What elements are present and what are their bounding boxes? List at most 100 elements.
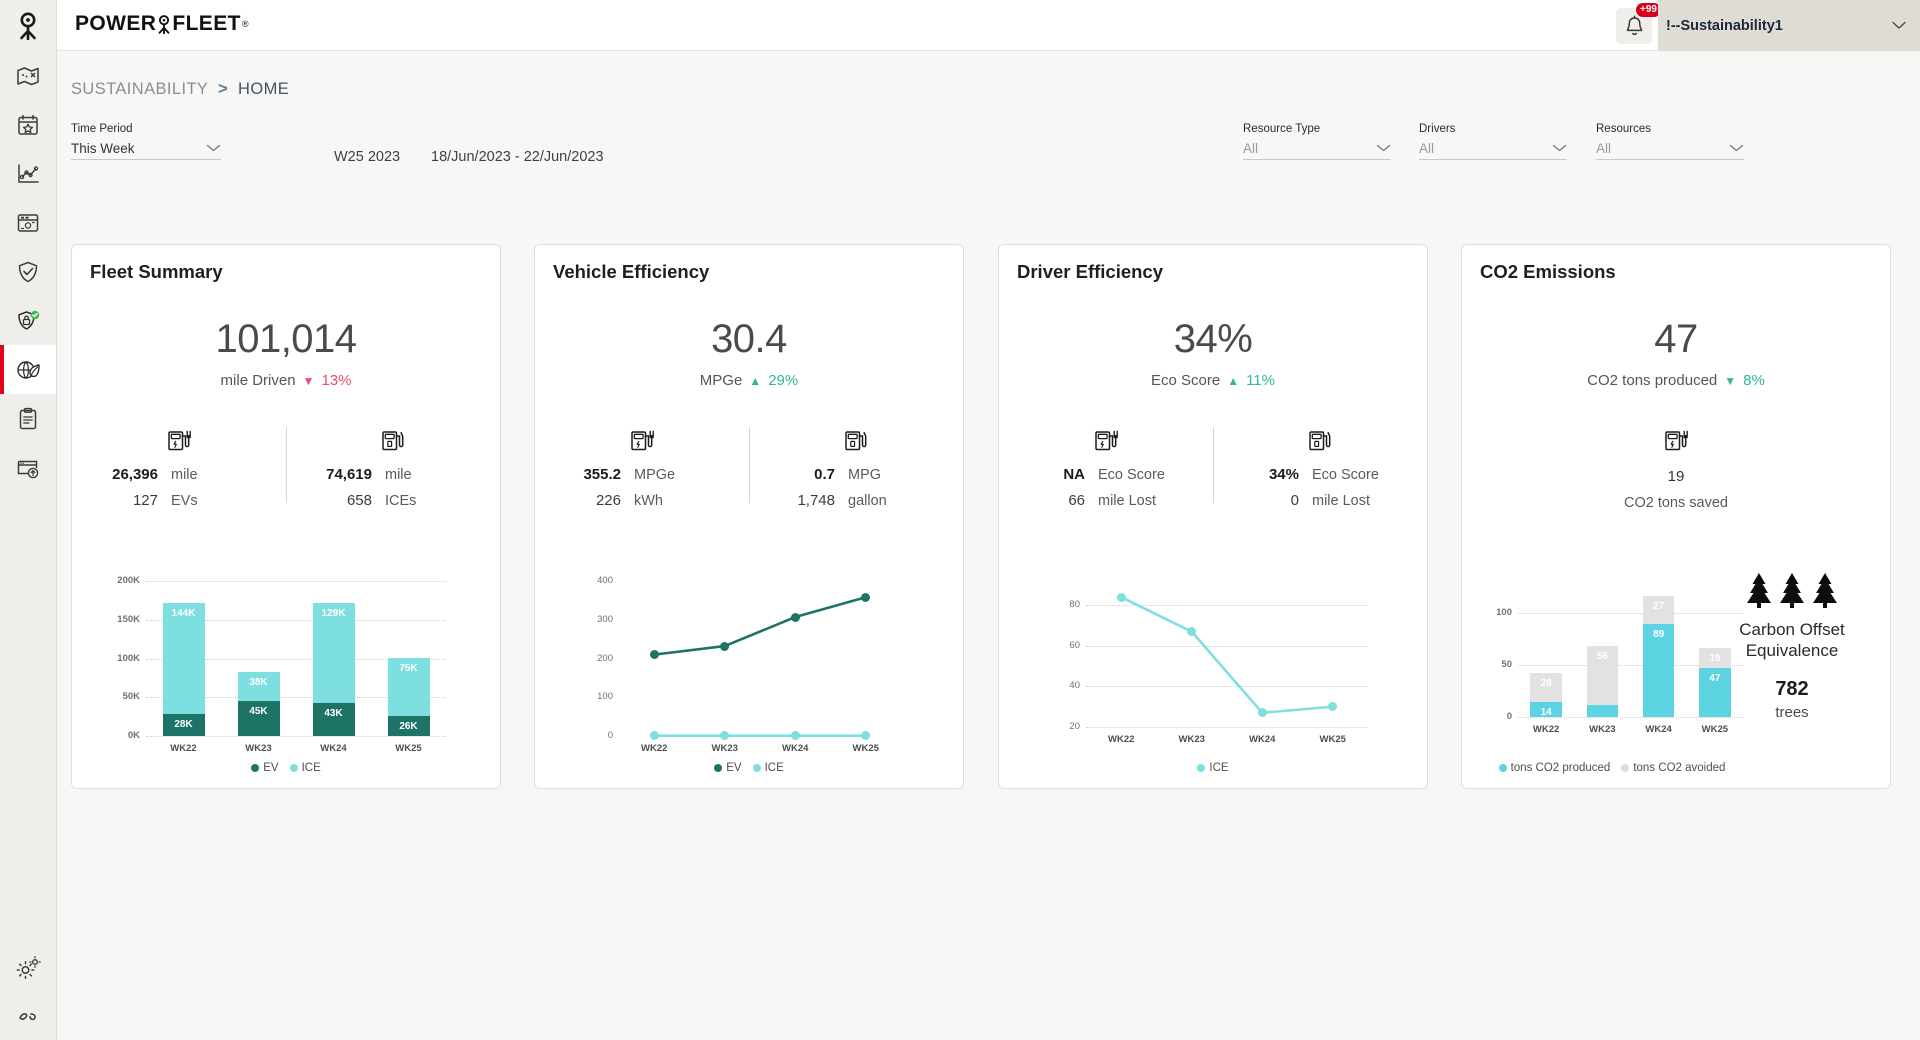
y-axis-tick: 150K: [100, 614, 140, 625]
y-axis-tick: 200K: [100, 575, 140, 586]
bar-segment: 89: [1643, 624, 1675, 717]
user-menu[interactable]: !--Sustainability1: [1658, 0, 1920, 51]
brand-registered-mark: ®: [242, 19, 249, 29]
split-primary-unit: Eco Score: [1312, 467, 1400, 483]
chart-gridline: [1518, 613, 1743, 614]
y-axis-tick: 400: [573, 575, 613, 586]
y-axis-tick: 50: [1472, 659, 1512, 670]
sidebar-item-scheduling[interactable]: [0, 100, 56, 149]
split-secondary-row: 0 mile Lost: [1213, 492, 1427, 509]
bar-value-label: 89: [1643, 629, 1675, 640]
x-axis-tick: WK23: [690, 743, 761, 754]
trend-percent: 8%: [1743, 372, 1765, 389]
resource-type-value: All: [1243, 141, 1258, 156]
sidebar-item-map[interactable]: [0, 51, 56, 100]
x-axis-tick: WK24: [1631, 724, 1687, 735]
sidebar-item-sustainability[interactable]: [0, 345, 56, 394]
legend-item: tons CO2 produced: [1499, 762, 1611, 774]
split-primary-row: 355.2 MPGe: [535, 466, 749, 483]
sidebar-logo[interactable]: [0, 0, 56, 51]
tree-icon: [1778, 571, 1806, 611]
brand-person-icon: [157, 15, 171, 34]
x-axis-tick: WK22: [1086, 734, 1157, 745]
resources-value: All: [1596, 141, 1611, 156]
legend-item: ICE: [1197, 762, 1228, 774]
data-point: [650, 731, 659, 740]
co2-emissions-chart: 050100WK22WK23WK24WK2514285689274719 ton…: [1462, 567, 1890, 778]
drivers-select[interactable]: All: [1419, 137, 1567, 160]
chart-gridline: [1086, 727, 1368, 728]
hero-metric: 101,014 mile Driven ▼ 13%: [72, 317, 500, 389]
split-primary-row: 34% Eco Score: [1213, 466, 1427, 483]
bar-value-label: 129K: [313, 608, 355, 619]
hero-metric: 30.4 MPGe ▲ 29%: [535, 317, 963, 389]
chevron-down-icon: [1729, 144, 1744, 152]
x-axis-tick: WK23: [221, 743, 296, 754]
trend-percent: 13%: [321, 372, 351, 389]
split-primary-unit: mile: [171, 467, 259, 483]
split-secondary-row: 127 EVs: [72, 492, 286, 509]
time-period-label: Time Period: [71, 123, 221, 135]
chevron-down-icon: [206, 144, 221, 152]
y-axis-tick: 60: [1040, 640, 1080, 651]
split-secondary-unit: kWh: [634, 493, 722, 509]
notifications-button[interactable]: +99: [1616, 8, 1652, 44]
split-secondary-value: 1,748: [776, 492, 848, 509]
resource-type-select[interactable]: All: [1243, 137, 1391, 160]
split-primary-value: 26,396: [99, 466, 171, 483]
chart-gridline: [146, 581, 446, 582]
brand-logo: POWER FLEET ®: [75, 12, 249, 36]
split-secondary-value: 0: [1240, 492, 1312, 509]
split-ev: 26,396 mile 127 EVs: [72, 423, 286, 509]
sidebar-item-uploads[interactable]: [0, 443, 56, 492]
legend-item: ICE: [290, 762, 321, 774]
sidebar-item-security[interactable]: [0, 296, 56, 345]
co2-saved-metric: 19 CO2 tons saved: [1462, 423, 1890, 511]
split-metrics: NA Eco Score 66 mile Lost 34% Eco Score: [999, 423, 1427, 509]
chart-legend: EV ICE: [72, 762, 500, 774]
split-secondary-unit: mile Lost: [1312, 493, 1400, 509]
sidebar-item-settings[interactable]: [0, 944, 56, 992]
split-primary-unit: mile: [385, 467, 473, 483]
time-period-select[interactable]: This Week: [71, 137, 221, 160]
split-primary-value: 355.2: [562, 466, 634, 483]
y-axis-tick: 40: [1040, 680, 1080, 691]
hero-label: CO2 tons produced: [1587, 372, 1717, 389]
sidebar-item-insights[interactable]: [0, 198, 56, 247]
chart-plot-area: 0K50K100K150K200KWK22WK23WK24WK2528K144K…: [146, 581, 446, 736]
resources-select[interactable]: All: [1596, 137, 1744, 160]
split-primary-unit: MPG: [848, 467, 936, 483]
hero-subline: mile Driven ▼ 13%: [72, 372, 500, 389]
sidebar-item-compliance[interactable]: [0, 247, 56, 296]
split-secondary-unit: gallon: [848, 493, 936, 509]
sidebar-item-support[interactable]: [0, 992, 56, 1040]
sidebar-item-analytics[interactable]: [0, 149, 56, 198]
carbon-offset-title-line2: Equivalence: [1716, 640, 1868, 661]
trend-up-icon: ▲: [749, 374, 761, 388]
x-axis-tick: WK23: [1157, 734, 1228, 745]
legend-item: tons CO2 avoided: [1621, 762, 1725, 774]
co2-saved-label: CO2 tons saved: [1462, 495, 1890, 511]
bar-segment: 129K: [313, 603, 355, 703]
hero-value: 30.4: [535, 317, 963, 362]
top-bar: POWER FLEET ® +99 !--Sustainability1: [57, 0, 1920, 51]
line-series: [1086, 585, 1368, 727]
breadcrumb-root[interactable]: SUSTAINABILITY: [71, 80, 208, 98]
split-ev: NA Eco Score 66 mile Lost: [999, 423, 1213, 509]
y-axis-tick: 100K: [100, 653, 140, 664]
y-axis-tick: 200: [573, 653, 613, 664]
data-point: [791, 731, 800, 740]
hero-value: 47: [1462, 317, 1890, 362]
split-primary-row: 74,619 mile: [286, 466, 500, 483]
split-secondary-value: 658: [313, 492, 385, 509]
split-primary-value: 0.7: [776, 466, 848, 483]
split-secondary-row: 66 mile Lost: [999, 492, 1213, 509]
hero-label: mile Driven: [221, 372, 296, 389]
card-title: Fleet Summary: [90, 261, 223, 283]
x-axis-tick: WK22: [146, 743, 221, 754]
sidebar-item-reports[interactable]: [0, 394, 56, 443]
y-axis-tick: 0: [1472, 711, 1512, 722]
split-primary-row: 26,396 mile: [72, 466, 286, 483]
bar-segment: 75K: [388, 658, 430, 716]
left-sidebar: [0, 0, 57, 1040]
